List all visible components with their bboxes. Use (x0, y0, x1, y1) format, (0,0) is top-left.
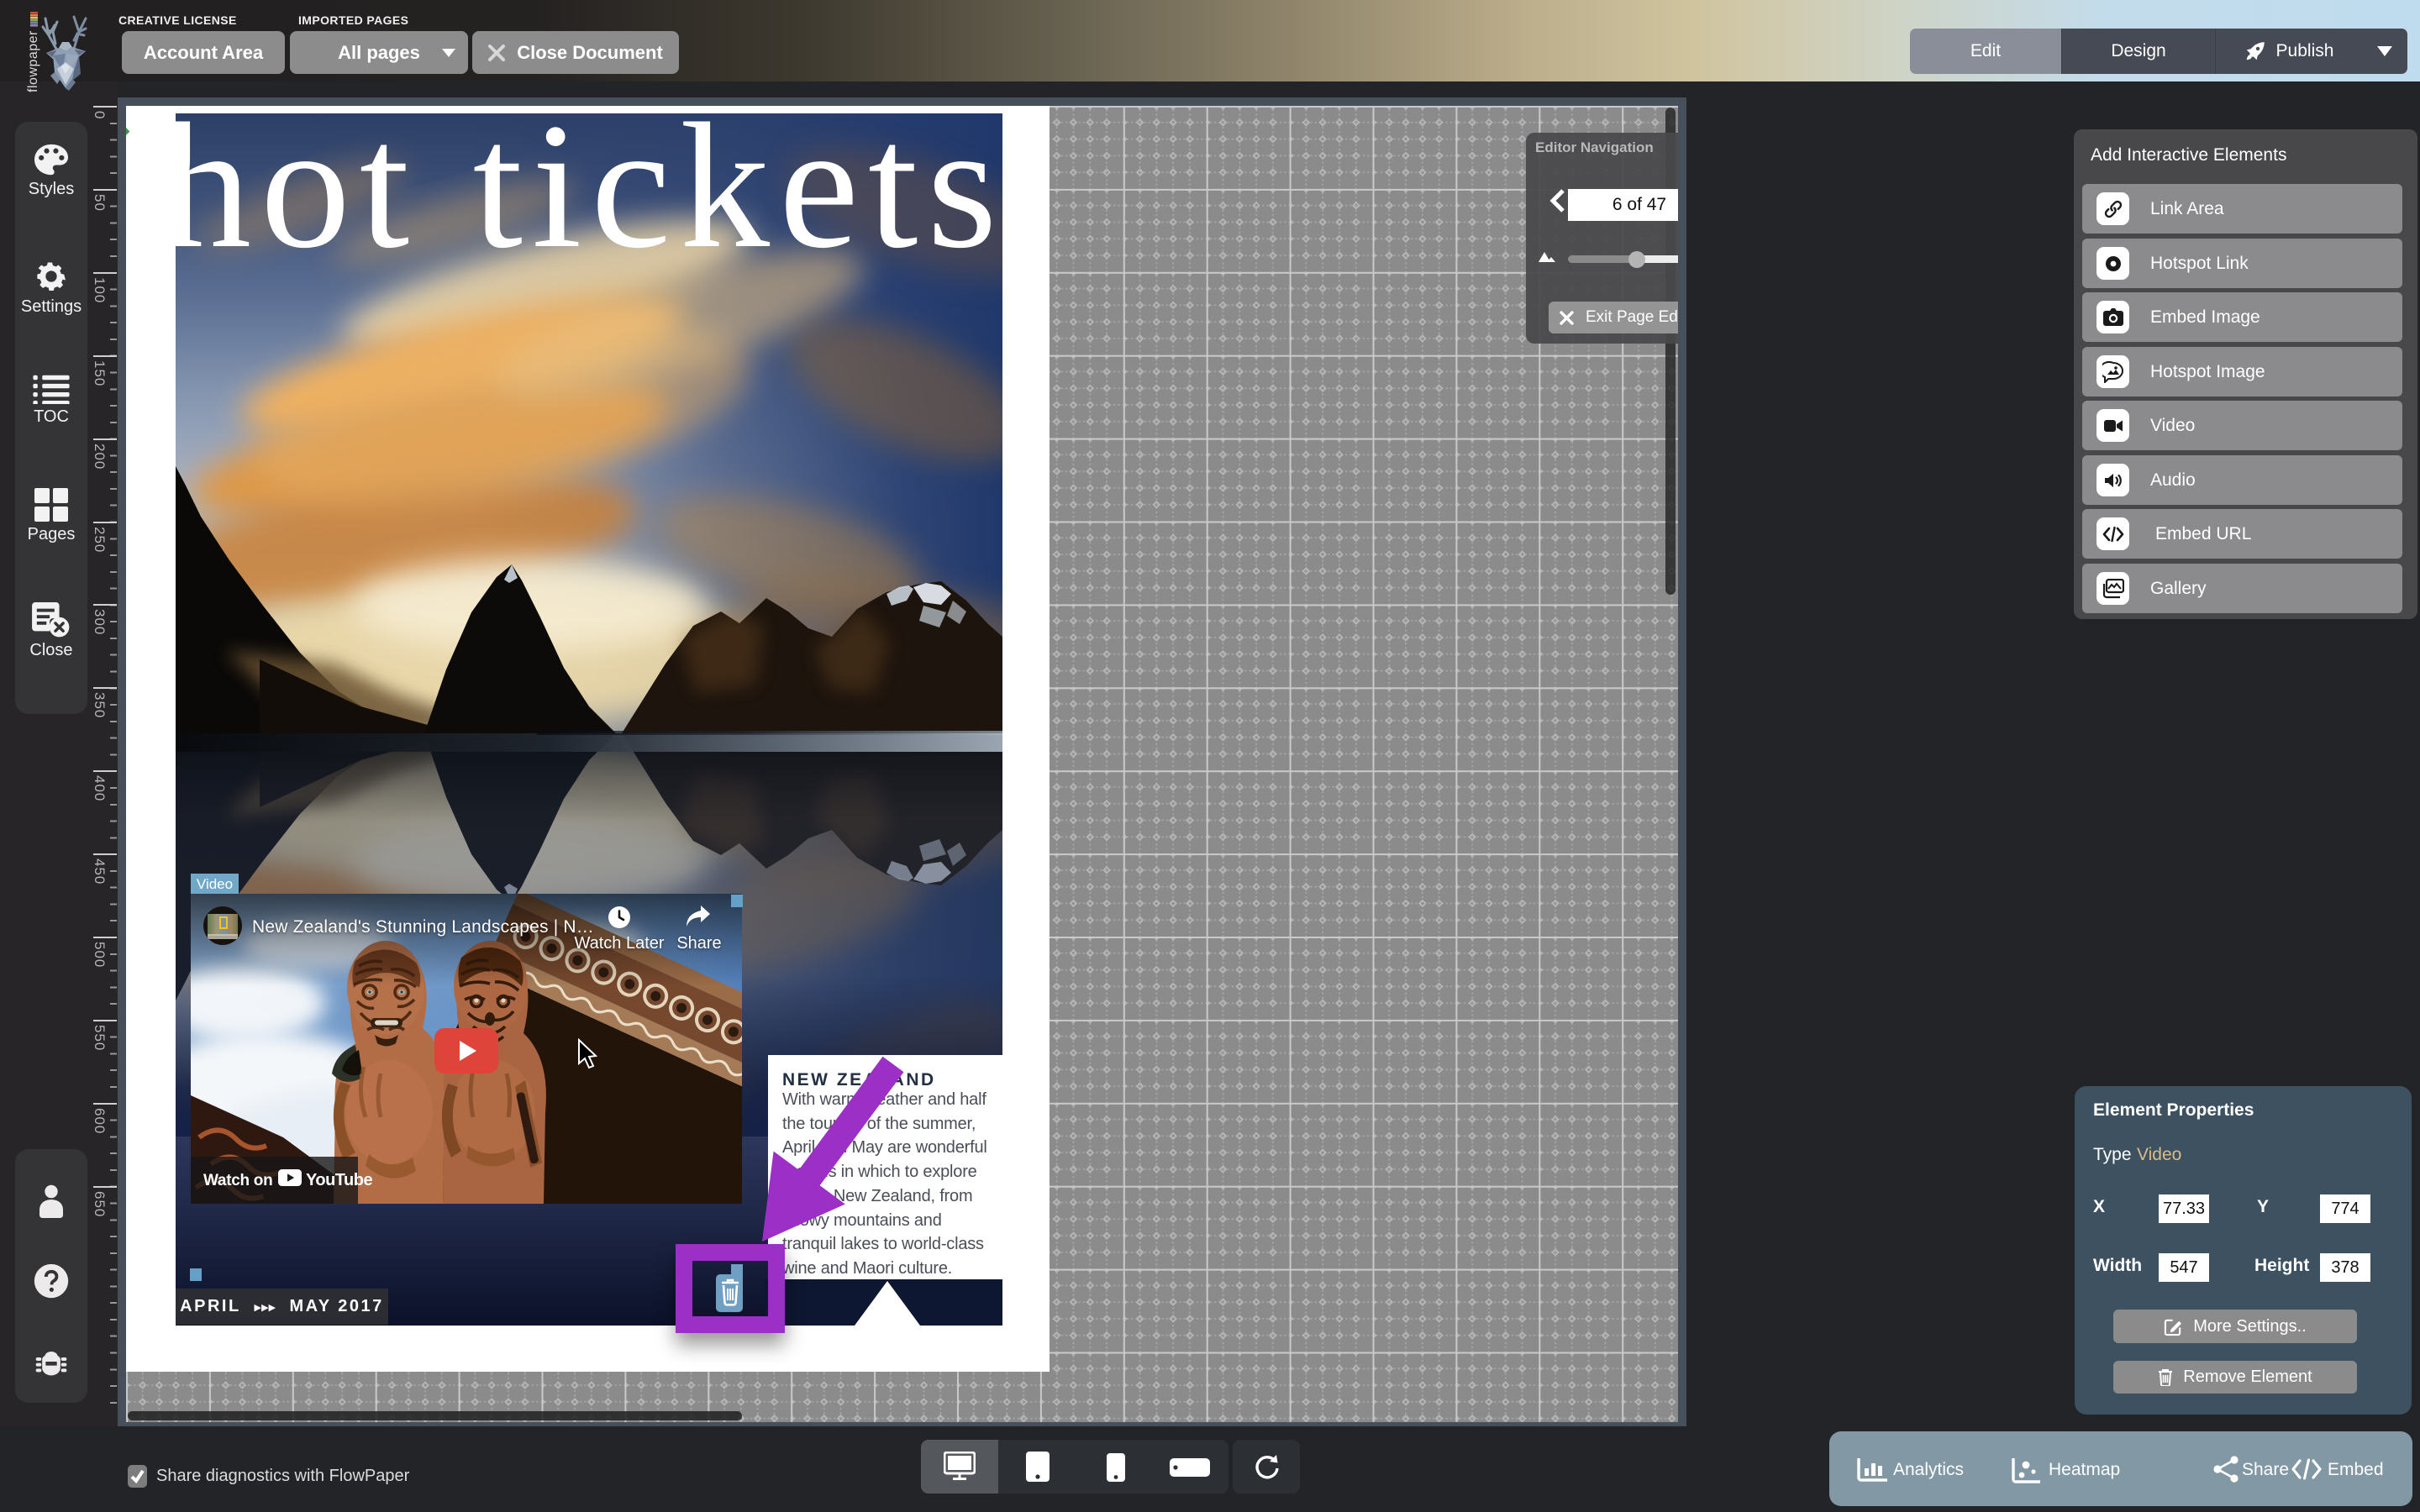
svg-text:flowpaper: flowpaper (26, 30, 40, 92)
